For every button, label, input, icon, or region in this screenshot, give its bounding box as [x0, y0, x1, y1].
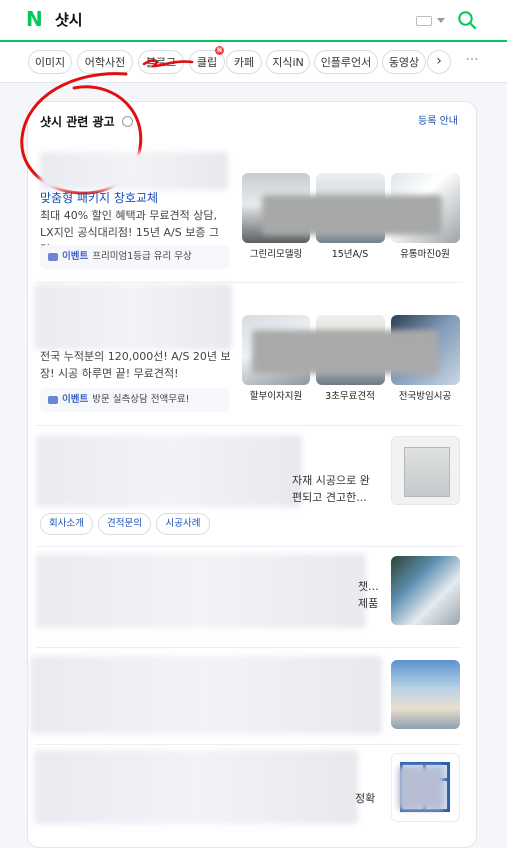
search-query-text[interactable]: 샷시	[55, 10, 83, 30]
event-banner[interactable]: 이벤트 방문 실측상담 전액무료!	[40, 388, 230, 412]
ad-text-fragment: 자재 시공으로 완	[292, 474, 370, 487]
gift-icon	[48, 395, 58, 404]
ad-text-fragment: 편되고 견고한...	[292, 491, 367, 504]
info-icon[interactable]	[122, 116, 133, 127]
sitelink-chip[interactable]: 회사소개	[40, 513, 93, 535]
blurred-ad-text	[30, 656, 382, 734]
divider	[36, 425, 462, 426]
blurred-ad-text	[36, 435, 302, 507]
divider	[36, 647, 462, 648]
event-text: 방문 실측상담 전액무료!	[92, 394, 190, 405]
thumbnail-caption: 3초무료견적	[325, 391, 375, 402]
blurred-advertiser	[34, 284, 232, 350]
thumbnail-caption: 15년A/S	[331, 249, 369, 260]
ad-thumbnail-image[interactable]	[391, 556, 460, 625]
divider	[36, 282, 462, 283]
sitelink-chip[interactable]: 견적문의	[98, 513, 151, 535]
naver-logo[interactable]: N	[26, 9, 44, 29]
ad-register-link[interactable]: 등록 안내	[418, 115, 458, 129]
event-label: 이벤트	[62, 251, 89, 262]
keyboard-icon[interactable]	[416, 16, 432, 26]
blurred-ad-text	[34, 750, 358, 824]
tab-video[interactable]: 동영상	[382, 50, 426, 74]
tab-kin[interactable]: 지식iN	[266, 50, 310, 74]
thumbnail-caption: 할부이자지원	[249, 391, 303, 402]
divider	[36, 546, 462, 547]
event-text: 프리미엄1등급 유리 무상	[92, 251, 192, 262]
ad-text-fragment: 정확	[355, 792, 376, 805]
chevron-right-icon[interactable]: ›	[427, 50, 451, 74]
tab-cafe[interactable]: 카페	[226, 50, 262, 74]
more-icon[interactable]: ···	[462, 50, 482, 74]
blurred-overlay	[262, 195, 442, 235]
ad-section-title: 샷시 관련 광고	[40, 115, 115, 129]
ad-thumbnail-image[interactable]	[391, 660, 460, 729]
new-badge: N	[215, 46, 224, 55]
event-banner[interactable]: 이벤트 프리미엄1등급 유리 무상	[40, 245, 230, 269]
thumbnail-caption: 유통마진0원	[400, 249, 450, 260]
ad-description: 전국 누적분의 120,000선! A/S 20년 보장! 시공 하루면 끝! …	[40, 350, 231, 380]
event-label: 이벤트	[62, 394, 89, 405]
gift-icon	[48, 252, 58, 261]
search-icon[interactable]	[456, 9, 478, 31]
ad-text-fragment: 챗...	[358, 580, 379, 593]
blurred-ad-text	[36, 554, 366, 628]
blurred-advertiser	[40, 152, 228, 190]
thumbnail-caption: 그린리모델링	[249, 249, 303, 260]
ad-title-link[interactable]: 맞춤형 패키지 창호교체	[40, 190, 158, 206]
divider	[36, 744, 462, 745]
ad-thumbnail-image[interactable]	[391, 436, 460, 505]
sitelink-chip[interactable]: 시공사례	[156, 513, 210, 535]
thumbnail-caption: 전국방임시공	[398, 391, 452, 402]
chevron-down-icon[interactable]	[437, 18, 445, 23]
tab-influencer[interactable]: 인플루언서	[314, 50, 378, 74]
blurred-overlay	[252, 330, 438, 374]
ad-text-fragment: 제품	[358, 597, 379, 610]
blurred-overlay	[398, 766, 444, 810]
